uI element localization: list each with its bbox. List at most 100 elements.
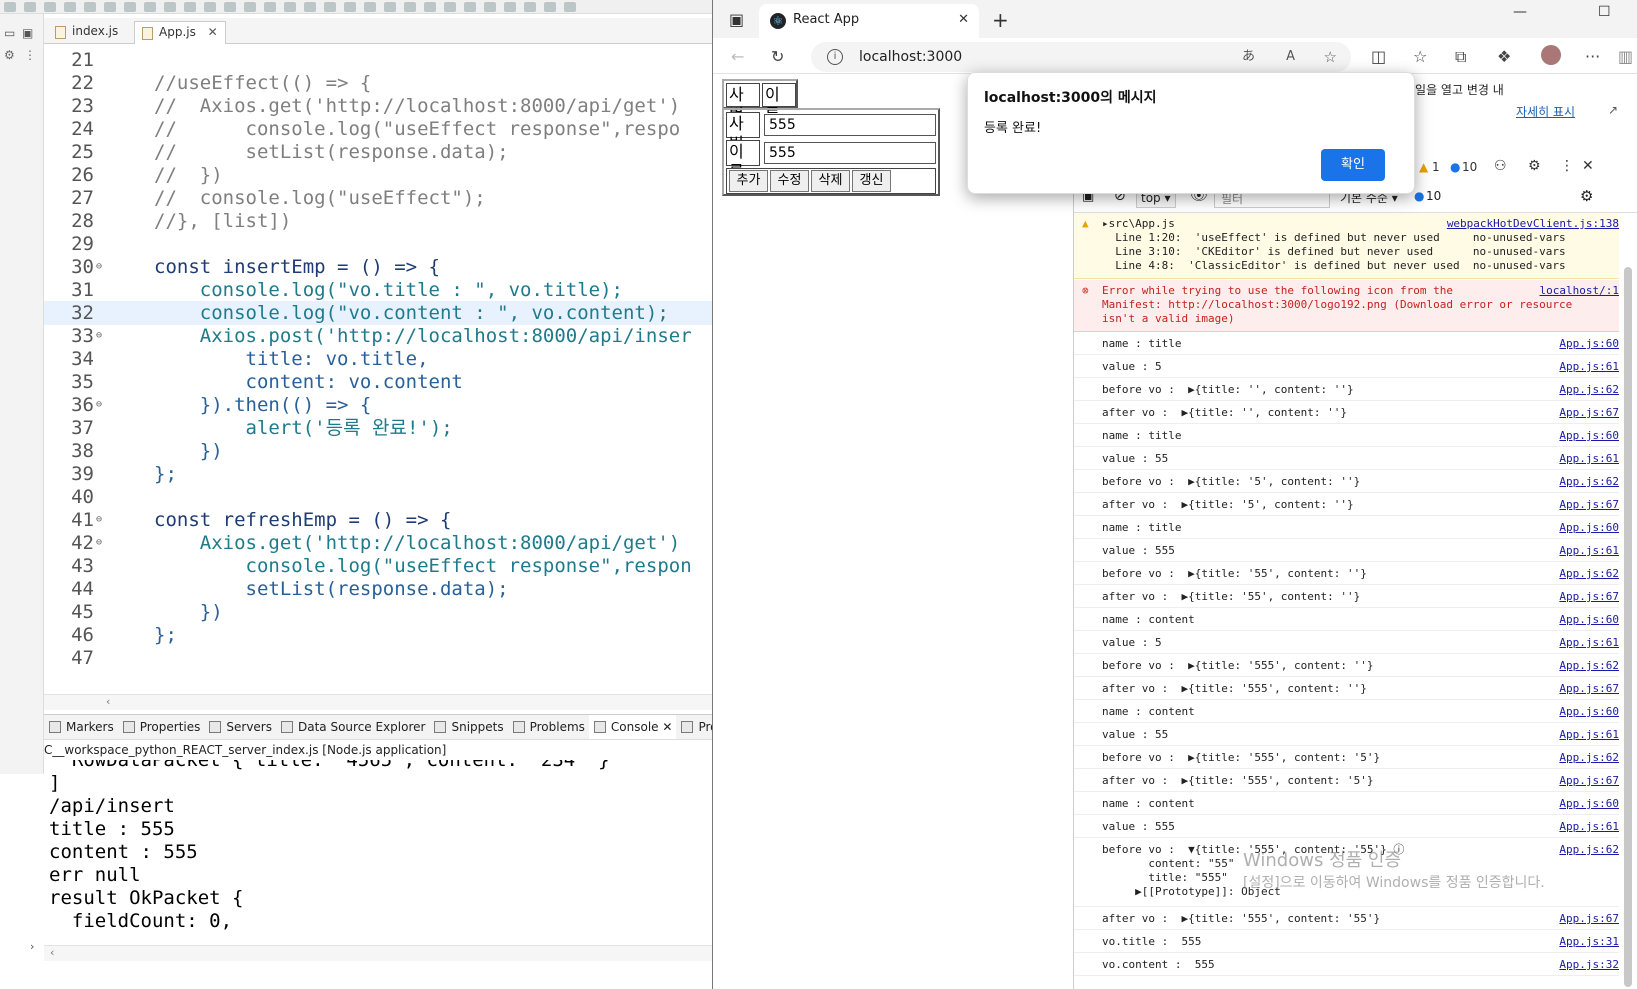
view-tab-data-source-explorer[interactable]: Data Source Explorer [276, 715, 429, 739]
source-link[interactable]: App.js:67 [1559, 406, 1619, 419]
view-tab-problems[interactable]: Problems [508, 715, 589, 739]
gear-icon[interactable]: ⚙ [1528, 158, 1541, 174]
console-message[interactable]: name : content App.js:60 [1074, 609, 1619, 631]
read-aloud-icon[interactable]: A [1286, 42, 1295, 72]
emp-id-input[interactable]: 555 [764, 114, 936, 136]
source-link[interactable]: App.js:61 [1559, 360, 1619, 373]
console-horizontal-scrollbar[interactable]: ‹ [44, 945, 712, 961]
console-message[interactable]: name : content App.js:60 [1074, 793, 1619, 815]
code-line[interactable]: 40 [44, 485, 712, 509]
toolbar-icon[interactable] [264, 2, 276, 12]
console-message[interactable]: name : title App.js:60 [1074, 333, 1619, 355]
toolbar-icon[interactable] [484, 2, 496, 12]
close-icon[interactable]: ✕ [659, 720, 672, 734]
code-line[interactable]: 32 console.log("vo.content : ", vo.conte… [44, 301, 712, 325]
scrollbar-thumb[interactable] [1624, 267, 1632, 987]
code-line[interactable]: 25 // setList(response.data); [44, 140, 712, 164]
console-message[interactable]: after vo : ▶{title: '555', content: '55'… [1074, 908, 1619, 930]
toolbar-icon[interactable] [384, 2, 396, 12]
source-link[interactable]: App.js:67 [1559, 498, 1619, 511]
console-message[interactable]: ⊗ Error while trying to use the following… [1074, 280, 1619, 332]
console-message[interactable]: vo.content : 555 App.js:32 [1074, 954, 1619, 976]
code-line[interactable]: 42 ⊖ Axios.get('http://localhost:8000/api… [44, 531, 712, 555]
code-line[interactable]: 45 }) [44, 600, 712, 624]
code-editor[interactable]: 21 22 //useEffect(() => {23 // Axios.get('h… [44, 44, 712, 694]
close-icon[interactable]: ✕ [958, 4, 969, 36]
source-link[interactable]: App.js:60 [1559, 705, 1619, 718]
console-message[interactable]: value : 55 App.js:61 [1074, 448, 1619, 470]
collections-icon[interactable]: ⧉ [1455, 47, 1466, 67]
console-message[interactable]: after vo : ▶{title: '555', content: ''} A… [1074, 678, 1619, 700]
toolbar-icon[interactable] [184, 2, 196, 12]
toolbar-icon[interactable] [244, 2, 256, 12]
source-link[interactable]: App.js:61 [1559, 636, 1619, 649]
console-message[interactable]: before vo : ▶{title: '555', content: '5'… [1074, 747, 1619, 769]
code-line[interactable]: 35 content: vo.content [44, 370, 712, 394]
source-link[interactable]: localhost/:1 [1540, 284, 1619, 297]
sidebar-icon[interactable]: ▥ [1618, 47, 1633, 66]
minimize-icon[interactable]: — [1513, 4, 1527, 20]
source-link[interactable]: App.js:67 [1559, 774, 1619, 787]
source-link[interactable]: App.js:62 [1559, 751, 1619, 764]
code-line[interactable]: 33 ⊖ Axios.post('http://localhost:8000/ap… [44, 324, 712, 348]
console-message[interactable]: after vo : ▶{title: '55', content: ''} Ap… [1074, 586, 1619, 608]
code-line[interactable]: 37 alert('등록 완료!'); [44, 416, 712, 440]
source-link[interactable]: App.js:60 [1559, 613, 1619, 626]
toolbar-icon[interactable] [284, 2, 296, 12]
console-scrollbar[interactable] [1624, 215, 1632, 987]
more-vertical-icon[interactable]: ⋮ [1560, 158, 1574, 174]
code-line[interactable]: 21 [44, 48, 712, 72]
source-link[interactable]: App.js:67 [1559, 682, 1619, 695]
console-message[interactable]: after vo : ▶{title: '', content: ''} App.… [1074, 402, 1619, 424]
avatar[interactable] [1541, 45, 1561, 65]
issues-count[interactable]: 10 [1426, 189, 1441, 203]
toolbar-icon[interactable] [544, 2, 556, 12]
gear-icon[interactable]: ⚙ [1580, 187, 1593, 205]
toolbar-icon[interactable] [444, 2, 456, 12]
console-message[interactable]: before vo : ▶{title: '5', content: ''} Ap… [1074, 471, 1619, 493]
code-line[interactable]: 31 console.log("vo.title : ", vo.title); [44, 278, 712, 302]
external-link-icon[interactable]: ↗ [1608, 103, 1618, 117]
new-tab-icon[interactable]: + [992, 8, 1009, 32]
refresh-button[interactable]: 갱신 [852, 170, 891, 192]
fold-icon[interactable]: ⊖ [96, 393, 102, 417]
delete-button[interactable]: 삭제 [811, 170, 850, 192]
scroll-left-icon[interactable]: ‹ [106, 695, 110, 708]
console-message[interactable]: after vo : ▶{title: '5', content: ''} App… [1074, 494, 1619, 516]
favorite-star-icon[interactable]: ☆ [1324, 42, 1337, 72]
console-message[interactable]: after vo : ▶{title: '555', content: '5'}… [1074, 770, 1619, 792]
tab-actions-icon[interactable]: ▣ [729, 10, 744, 29]
toolbar-icon[interactable] [64, 2, 76, 12]
toolbar-icon[interactable] [364, 2, 376, 12]
toolbar-icon[interactable] [204, 2, 216, 12]
console-message[interactable]: before vo : ▶{title: '', content: ''} App… [1074, 379, 1619, 401]
console-message[interactable]: vo.title : 555 App.js:31 [1074, 931, 1619, 953]
console-message[interactable]: value : 5 App.js:61 [1074, 356, 1619, 378]
minimize-icon[interactable]: ▭ [4, 26, 15, 40]
code-line[interactable]: 47 [44, 646, 712, 670]
add-button[interactable]: 추가 [729, 170, 768, 192]
view-tab-console[interactable]: Console ✕ [588, 715, 677, 739]
code-line[interactable]: 26 // }) [44, 163, 712, 187]
refresh-icon[interactable]: ↻ [771, 47, 784, 66]
toolbar-icon[interactable] [504, 2, 516, 12]
edit-button[interactable]: 수정 [770, 170, 809, 192]
fold-icon[interactable]: ⊖ [96, 531, 102, 555]
tab-react-app[interactable]: ⚛ React App ✕ [759, 4, 979, 38]
source-link[interactable]: App.js:60 [1559, 429, 1619, 442]
toolbar-icon[interactable] [44, 2, 56, 12]
maximize-icon[interactable]: ▣ [22, 26, 33, 40]
toolbar-icon[interactable] [4, 2, 16, 12]
code-line[interactable]: 23 // Axios.get('http://localhost:8000/ap… [44, 94, 712, 118]
code-line[interactable]: 41 ⊖ const refreshEmp = () => { [44, 508, 712, 532]
ok-button[interactable]: 확인 [1321, 149, 1385, 181]
toolbar-icon[interactable] [564, 2, 576, 12]
toolbar-icon[interactable] [404, 2, 416, 12]
source-link[interactable]: App.js:60 [1559, 797, 1619, 810]
console-message[interactable]: ▲ ▸src\App.js Line 1:20: 'useEffect' is d… [1074, 213, 1619, 279]
toolbar-icon[interactable] [164, 2, 176, 12]
source-link[interactable]: App.js:62 [1559, 843, 1619, 856]
code-line[interactable]: 46}; [44, 623, 712, 647]
warning-count[interactable]: 1 [1432, 160, 1440, 174]
code-line[interactable]: 30 ⊖ const insertEmp = () => { [44, 255, 712, 279]
